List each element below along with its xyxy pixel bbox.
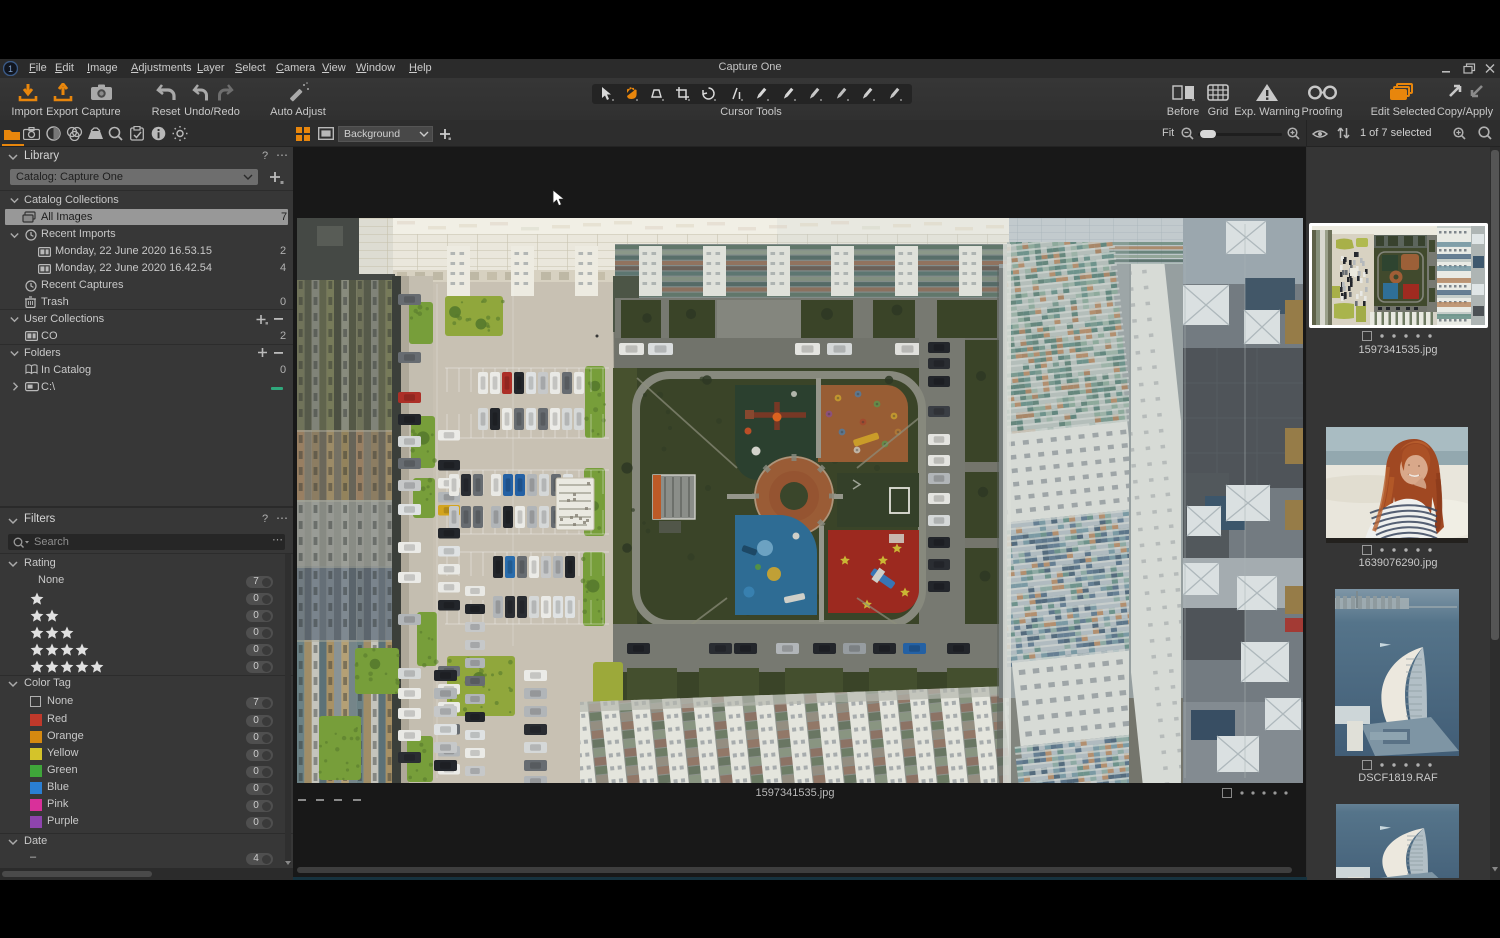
svg-text:1: 1 [8, 64, 13, 74]
